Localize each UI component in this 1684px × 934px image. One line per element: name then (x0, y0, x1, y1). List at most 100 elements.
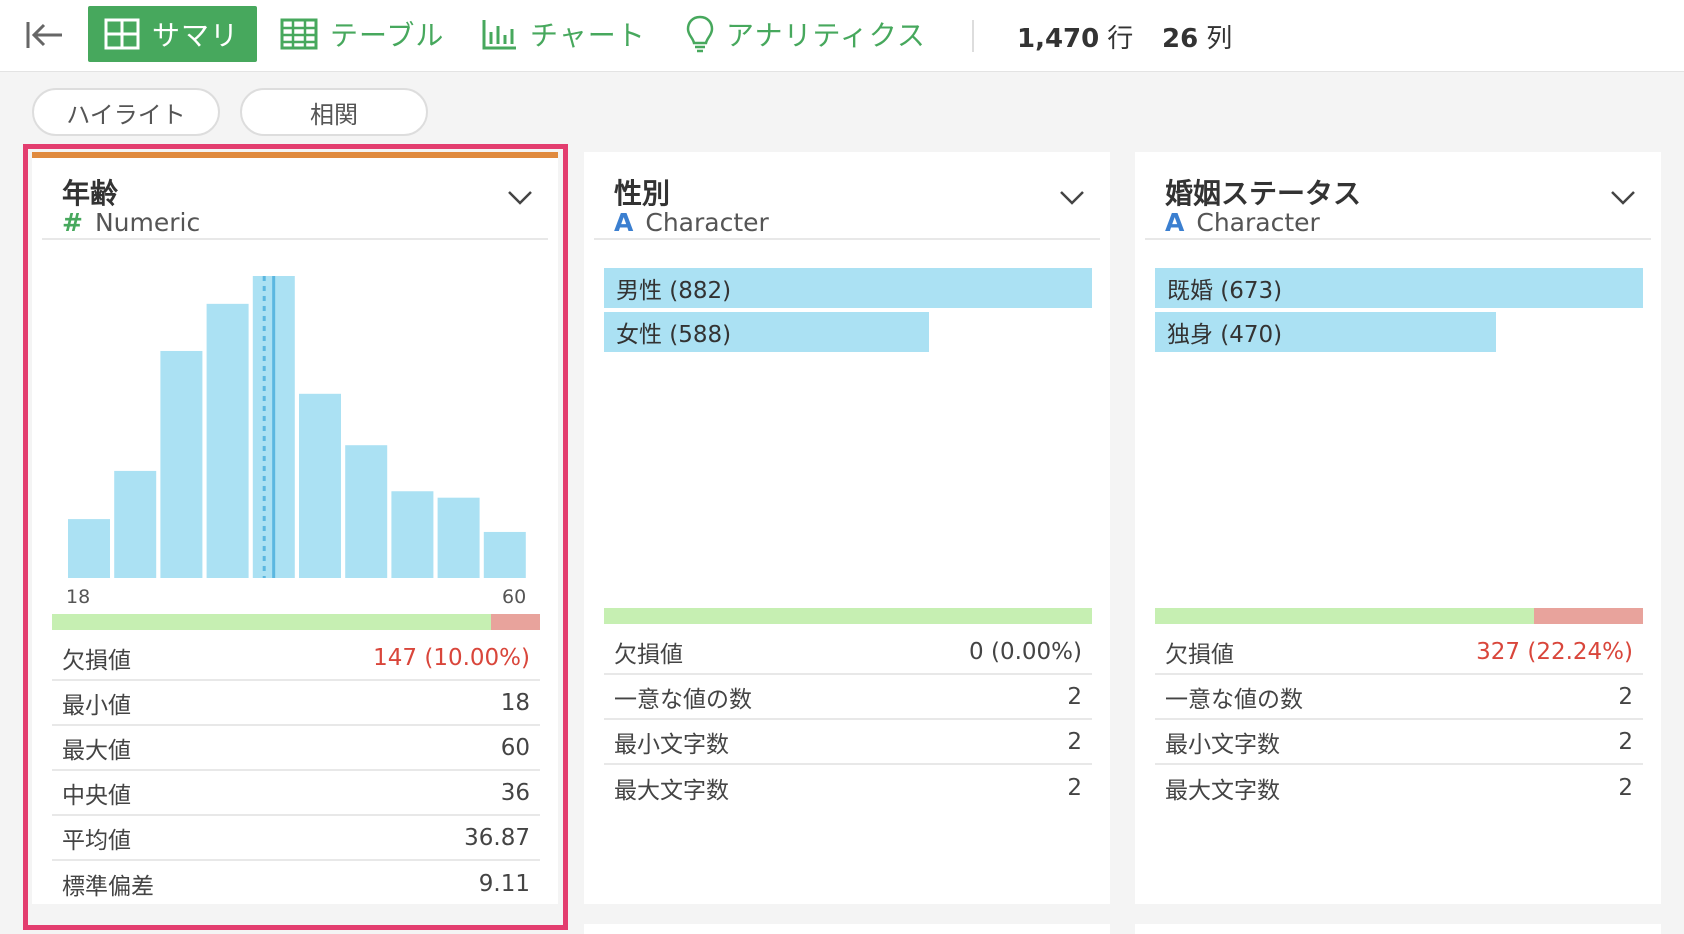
tab-summary[interactable]: サマリ (88, 6, 257, 62)
row-count: 1,470 行 (1017, 18, 1133, 55)
category-bar[interactable]: 男性 (882) (604, 268, 1092, 308)
column-type-label: Character (1196, 208, 1320, 237)
histogram-bar[interactable] (437, 497, 480, 578)
stat-value: 2 (1067, 683, 1082, 710)
bar-chart-icon (482, 20, 516, 50)
tab-analytics-label: アナリティクス (726, 19, 926, 52)
histogram-bar[interactable] (114, 470, 157, 578)
table-icon (280, 18, 318, 50)
stat-value: 0 (0.00%) (969, 638, 1082, 665)
stat-label: 最大値 (62, 737, 131, 764)
stat-label: 一意な値の数 (614, 686, 752, 713)
stat-row: 一意な値の数 2 (604, 675, 1092, 720)
stat-value: 18 (500, 689, 530, 716)
stat-row: 欠損値 327 (22.24%) (1155, 630, 1643, 675)
column-type: A Character (614, 208, 769, 237)
stat-row: 欠損値 147 (10.00%) (52, 636, 540, 681)
stat-label: 欠損値 (62, 647, 131, 674)
row-count-value: 1,470 (1017, 24, 1100, 54)
chevron-down-icon[interactable] (506, 188, 534, 208)
category-bar[interactable]: 女性 (588) (604, 312, 930, 352)
histogram-bar[interactable] (68, 519, 110, 578)
column-name: 年齢 (62, 177, 119, 210)
stat-value: 60 (500, 734, 530, 761)
histogram-bar[interactable] (483, 531, 526, 578)
tab-chart[interactable]: チャート (482, 6, 646, 62)
stat-label: 欠損値 (1165, 641, 1234, 668)
stats-table: 欠損値 327 (22.24%) 一意な値の数 2 最小文字数 2 最大文字数 2 (1155, 630, 1643, 810)
card-header: 性別 A Character (594, 152, 1100, 240)
column-type: A Character (1165, 208, 1320, 237)
card-header: 婚姻ステータス A Character (1145, 152, 1651, 240)
histogram-bar[interactable] (299, 393, 341, 578)
row-count-unit: 行 (1107, 24, 1134, 54)
lightbulb-icon (686, 15, 714, 53)
stat-row: 最小文字数 2 (604, 720, 1092, 765)
stat-label: 中央値 (62, 782, 131, 809)
column-name: 性別 (614, 177, 671, 210)
next-card-row (584, 924, 1110, 934)
subtab-highlight[interactable]: ハイライト (32, 88, 220, 136)
missing-value-bar (1155, 608, 1643, 624)
stat-value: 2 (1067, 774, 1082, 801)
stat-row: 中央値 36 (52, 771, 540, 816)
stat-row: 最小文字数 2 (1155, 720, 1643, 765)
histogram-bar[interactable] (206, 303, 249, 578)
stat-value: 2 (1618, 728, 1633, 755)
stat-value: 36.87 (464, 824, 530, 851)
histogram-min-label: 18 (66, 586, 91, 608)
histogram-chart[interactable] (32, 264, 558, 584)
histogram-bar[interactable] (345, 445, 388, 578)
column-type: # Numeric (62, 208, 200, 237)
stat-label: 標準偏差 (62, 873, 154, 900)
stats-table: 欠損値 147 (10.00%) 最小値 18 最大値 60 中央値 36 平均値 36.87 標準… (52, 636, 540, 906)
histogram-bar[interactable] (160, 350, 203, 578)
tab-analytics[interactable]: アナリティクス (686, 6, 926, 62)
tab-chart-label: チャート (530, 19, 646, 52)
stat-value: 2 (1067, 728, 1082, 755)
arrow-left-bar-icon (26, 22, 62, 48)
chevron-down-icon[interactable] (1058, 188, 1086, 208)
stats-table: 欠損値 0 (0.00%) 一意な値の数 2 最小文字数 2 最大文字数 2 (604, 630, 1092, 810)
stat-row: 一意な値の数 2 (1155, 675, 1643, 720)
stat-label: 最小値 (62, 692, 131, 719)
stat-label: 最小文字数 (614, 731, 729, 758)
stat-label: 欠損値 (614, 641, 683, 668)
category-bar[interactable]: 既婚 (673) (1155, 268, 1643, 308)
histogram-max-label: 60 (502, 586, 527, 608)
stat-label: 一意な値の数 (1165, 686, 1303, 713)
chevron-down-icon[interactable] (1609, 188, 1637, 208)
missing-value-fill (1534, 608, 1643, 624)
column-type-label: Character (645, 208, 769, 237)
stat-label: 最大文字数 (614, 777, 729, 804)
stat-label: 最小文字数 (1165, 731, 1280, 758)
tab-table-label: テーブル (330, 19, 445, 52)
column-count-value: 26 (1162, 24, 1199, 54)
column-card-gender[interactable]: 性別 A Character 男性 (882) 女性 (588) 欠損値 0 (0… (584, 152, 1110, 904)
column-count-unit: 列 (1206, 24, 1233, 54)
stat-value: 36 (500, 779, 530, 806)
stat-row: 最大値 60 (52, 726, 540, 771)
stat-row: 最大文字数 2 (604, 765, 1092, 810)
numeric-hash-icon: # (62, 208, 83, 237)
missing-value-bar (52, 614, 540, 630)
column-count: 26 列 (1162, 18, 1232, 55)
column-card-marital-status[interactable]: 婚姻ステータス A Character 既婚 (673) 独身 (470) 欠損… (1135, 152, 1661, 904)
tab-table[interactable]: テーブル (280, 6, 444, 62)
missing-value-fill (491, 614, 540, 630)
next-card-row (1135, 924, 1661, 934)
category-bar[interactable]: 独身 (470) (1155, 312, 1496, 352)
stat-row: 標準偏差 9.11 (52, 861, 540, 906)
stat-label: 平均値 (62, 827, 131, 854)
subtab-correlation[interactable]: 相関 (240, 88, 428, 136)
toolbar-divider (972, 20, 974, 52)
stat-value: 2 (1618, 683, 1633, 710)
collapse-back-button[interactable] (26, 20, 66, 50)
histogram-bar[interactable] (391, 491, 434, 578)
stat-row: 最小値 18 (52, 681, 540, 726)
stat-value: 2 (1618, 774, 1633, 801)
top-toolbar: サマリ テーブル チャート アナリティクス 1,470 行 26 列 (0, 0, 1684, 72)
column-card-age[interactable]: 年齢 # Numeric 18 60 欠損値 147 (10.00%) 最小値 18 最… (32, 152, 558, 904)
tab-summary-label: サマリ (152, 19, 240, 52)
stat-label: 最大文字数 (1165, 777, 1280, 804)
